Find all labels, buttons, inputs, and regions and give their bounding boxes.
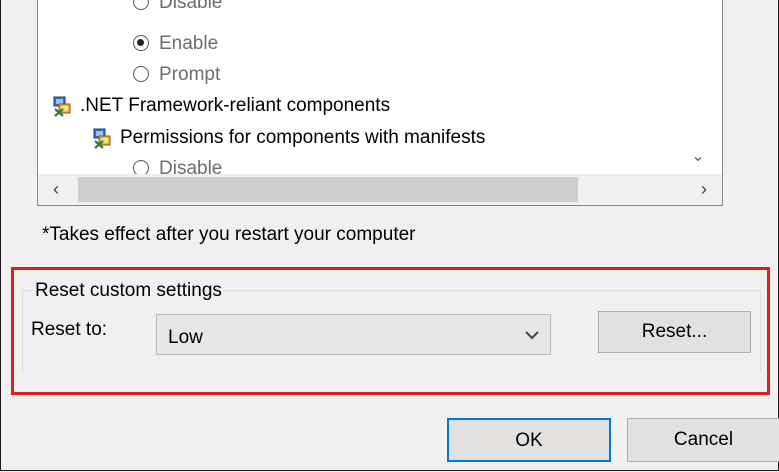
security-settings-icon [53, 96, 71, 117]
radio-label: Enable [159, 33, 219, 54]
restart-note: *Takes effect after you restart your com… [42, 224, 416, 245]
reset-to-label: Reset to: [31, 319, 108, 340]
scroll-left-icon[interactable]: ‹ [38, 174, 74, 205]
cancel-button[interactable]: Cancel [627, 418, 779, 462]
radio-button[interactable] [133, 160, 149, 174]
settings-list-viewport: Disable Enable Prompt .NET Framework-rel… [38, 0, 722, 174]
category-label: Permissions for components with manifest… [120, 127, 486, 148]
security-settings-list[interactable]: Disable Enable Prompt .NET Framework-rel… [37, 0, 723, 206]
horizontal-scrollbar[interactable]: ‹ › [38, 174, 722, 205]
radio-label: Disable [159, 158, 223, 174]
scroll-down-icon[interactable]: ⌄ [688, 147, 708, 167]
reset-level-dropdown[interactable]: Low [156, 314, 551, 355]
radio-button-checked[interactable] [133, 35, 149, 51]
radio-label: Prompt [159, 64, 221, 85]
radio-button[interactable] [133, 66, 149, 82]
security-settings-icon [93, 128, 111, 149]
category-label: .NET Framework-reliant components [80, 95, 391, 116]
ok-button[interactable]: OK [447, 418, 611, 462]
reset-button[interactable]: Reset... [598, 311, 751, 353]
selected-level: Low [168, 327, 203, 348]
group-title: Reset custom settings [33, 277, 224, 305]
scroll-right-icon[interactable]: › [686, 174, 722, 205]
radio-button[interactable] [133, 0, 149, 10]
scrollbar-thumb[interactable] [78, 177, 578, 202]
chevron-down-icon [525, 331, 539, 340]
radio-label: Disable [159, 0, 223, 13]
